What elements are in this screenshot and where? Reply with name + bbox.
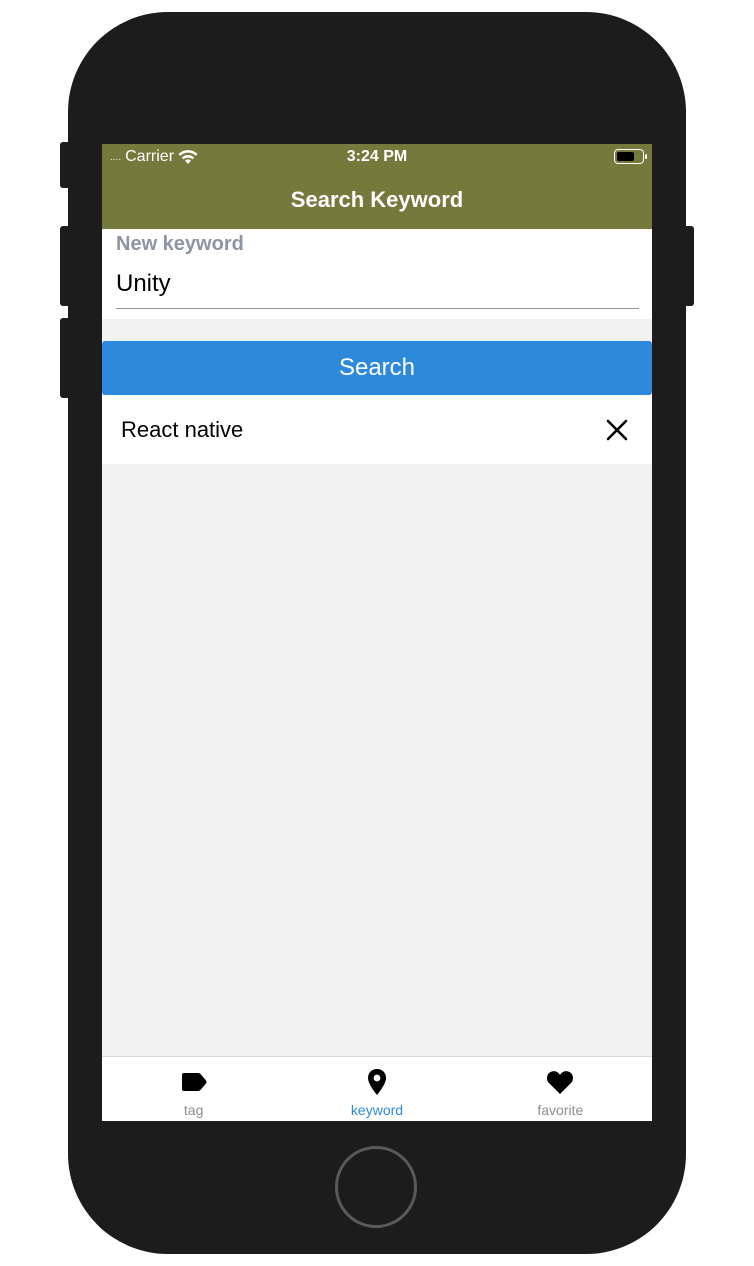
tab-keyword[interactable]: keyword — [285, 1057, 468, 1121]
home-button[interactable] — [335, 1146, 417, 1228]
search-button[interactable]: Search — [102, 341, 652, 395]
tab-bar: tag keyword favorite — [102, 1056, 652, 1121]
battery-level — [617, 152, 634, 161]
app-header: .... Carrier 3:24 PM Search Keyword — [102, 144, 652, 229]
map-pin-icon — [367, 1069, 386, 1095]
status-bar: .... Carrier 3:24 PM — [102, 144, 652, 170]
list-item: React native — [102, 395, 652, 464]
keyword-input[interactable] — [116, 259, 639, 309]
page-title: Search Keyword — [290, 187, 464, 212]
keyword-label: React native — [121, 417, 244, 442]
app-screen: .... Carrier 3:24 PM Search Keyword New … — [102, 144, 652, 1121]
battery-icon — [614, 149, 647, 164]
tab-tag[interactable]: tag — [102, 1057, 285, 1121]
close-icon[interactable] — [602, 415, 632, 445]
tab-label: favorite — [537, 1102, 584, 1118]
tag-icon — [181, 1073, 207, 1091]
keyword-list: React native — [102, 395, 652, 464]
heart-icon — [547, 1071, 574, 1094]
keyword-form: New keyword — [102, 229, 652, 319]
keyword-field-label: New keyword — [116, 233, 244, 255]
tab-label: keyword — [350, 1102, 404, 1118]
tab-label: tag — [183, 1102, 204, 1118]
status-time: 3:24 PM — [346, 148, 408, 165]
tab-favorite[interactable]: favorite — [469, 1057, 652, 1121]
